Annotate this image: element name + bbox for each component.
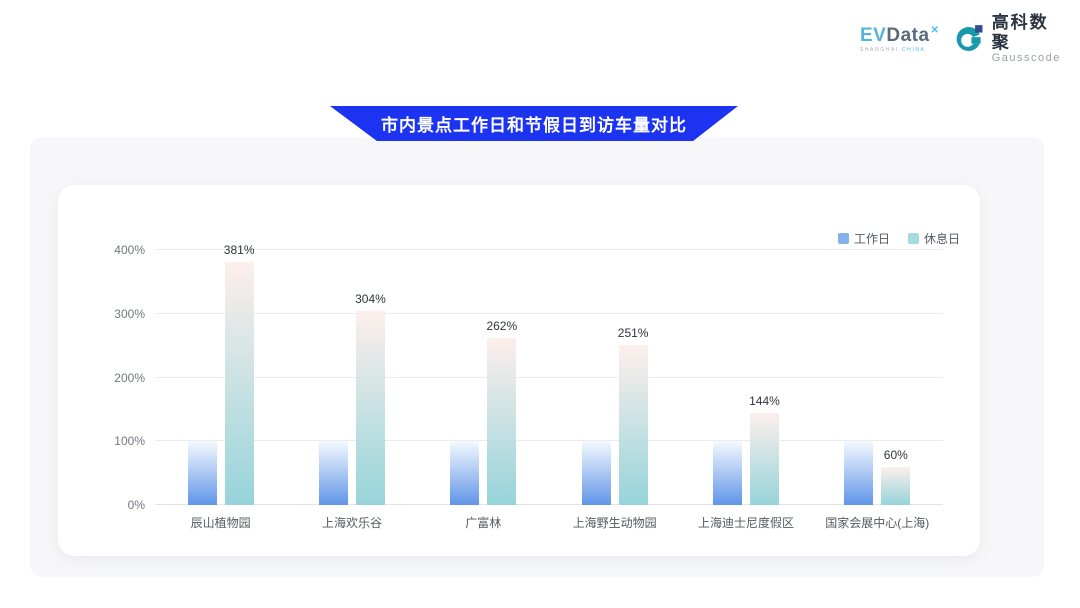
evdata-logo: EVData✕ SHANGHAI CHINA: [860, 26, 938, 53]
evdata-ev-text: EV: [860, 25, 886, 46]
category-group: 381%辰山植物园: [155, 250, 286, 505]
bar-工作日[interactable]: [582, 441, 611, 505]
bar-chart-plot: 0%100%200%300%400%381%辰山植物园304%上海欢乐谷262%…: [155, 250, 943, 505]
y-axis-tick-label: 0%: [128, 498, 145, 512]
category-group: 144%上海迪士尼度假区: [680, 250, 811, 505]
x-axis-category-label: 上海野生动物园: [573, 514, 657, 531]
bar-value-label: 60%: [884, 448, 908, 462]
bar-value-label: 251%: [618, 326, 649, 340]
bar-wrap: 144%: [750, 250, 779, 505]
bar-wrap: [319, 250, 348, 505]
bar-工作日[interactable]: [188, 441, 217, 505]
gausscode-en-name: Gausscode: [992, 52, 1066, 65]
bar-wrap: 262%: [487, 250, 516, 505]
legend-label: 工作日: [854, 230, 890, 247]
bar-value-label: 381%: [224, 243, 255, 257]
chart-legend: 工作日 休息日: [838, 230, 960, 247]
bar-groups: 381%辰山植物园304%上海欢乐谷262%广富林251%上海野生动物园144%…: [155, 250, 943, 505]
header-logos: EVData✕ SHANGHAI CHINA 高科数聚 Gausscode: [860, 18, 1066, 60]
evdata-tagline-right: CHINA: [902, 47, 926, 53]
category-group: 304%上海欢乐谷: [286, 250, 417, 505]
gausscode-g-icon: [952, 22, 985, 56]
category-group: 60%国家会展中心(上海): [812, 250, 943, 505]
bar-工作日[interactable]: [713, 441, 742, 505]
y-axis-tick-label: 200%: [114, 371, 145, 385]
bar-wrap: [844, 250, 873, 505]
bar-wrap: [450, 250, 479, 505]
gausscode-cn-name: 高科数聚: [992, 13, 1066, 52]
gausscode-logo: 高科数聚 Gausscode: [952, 13, 1066, 65]
bar-value-label: 262%: [486, 319, 517, 333]
legend-label: 休息日: [924, 230, 960, 247]
x-axis-category-label: 上海欢乐谷: [322, 514, 382, 531]
category-group: 262%广富林: [418, 250, 549, 505]
bar-工作日[interactable]: [319, 441, 348, 505]
bar-休息日[interactable]: [487, 338, 516, 505]
evdata-x-icon: ✕: [931, 25, 940, 36]
x-axis-category-label: 辰山植物园: [191, 514, 251, 531]
evdata-data-text: Data: [886, 25, 929, 46]
evdata-wordmark: EVData✕: [860, 26, 938, 45]
evdata-tagline: SHANGHAI CHINA: [860, 48, 938, 53]
bar-wrap: 60%: [881, 250, 910, 505]
bar-休息日[interactable]: [619, 345, 648, 505]
bar-wrap: 251%: [619, 250, 648, 505]
gausscode-text: 高科数聚 Gausscode: [992, 13, 1066, 65]
bar-wrap: [188, 250, 217, 505]
x-axis-category-label: 国家会展中心(上海): [825, 514, 929, 531]
bar-value-label: 144%: [749, 394, 780, 408]
page-title: 市内景点工作日和节假日到访车量对比: [381, 111, 687, 136]
bar-休息日[interactable]: [750, 413, 779, 505]
bar-工作日[interactable]: [450, 441, 479, 505]
legend-swatch: [908, 233, 919, 244]
bar-wrap: 381%: [225, 250, 254, 505]
evdata-tagline-left: SHANGHAI: [860, 47, 902, 53]
y-axis-tick-label: 100%: [114, 434, 145, 448]
bar-休息日[interactable]: [225, 262, 254, 505]
legend-item-工作日[interactable]: 工作日: [838, 230, 890, 247]
bar-value-label: 304%: [355, 292, 386, 306]
chart-card: 工作日休息日 0%100%200%300%400%381%辰山植物园304%上海…: [58, 185, 980, 556]
bar-wrap: [582, 250, 611, 505]
category-group: 251%上海野生动物园: [549, 250, 680, 505]
y-axis-tick-label: 400%: [114, 243, 145, 257]
x-axis-category-label: 上海迪士尼度假区: [698, 514, 794, 531]
bar-wrap: [713, 250, 742, 505]
bar-工作日[interactable]: [844, 441, 873, 505]
legend-swatch: [838, 233, 849, 244]
bar-wrap: 304%: [356, 250, 385, 505]
y-axis-tick-label: 300%: [114, 307, 145, 321]
x-axis-category-label: 广富林: [465, 514, 501, 531]
bar-休息日[interactable]: [356, 311, 385, 505]
legend-item-休息日[interactable]: 休息日: [908, 230, 960, 247]
bar-休息日[interactable]: [881, 467, 910, 505]
title-banner: 市内景点工作日和节假日到访车量对比: [330, 106, 738, 141]
